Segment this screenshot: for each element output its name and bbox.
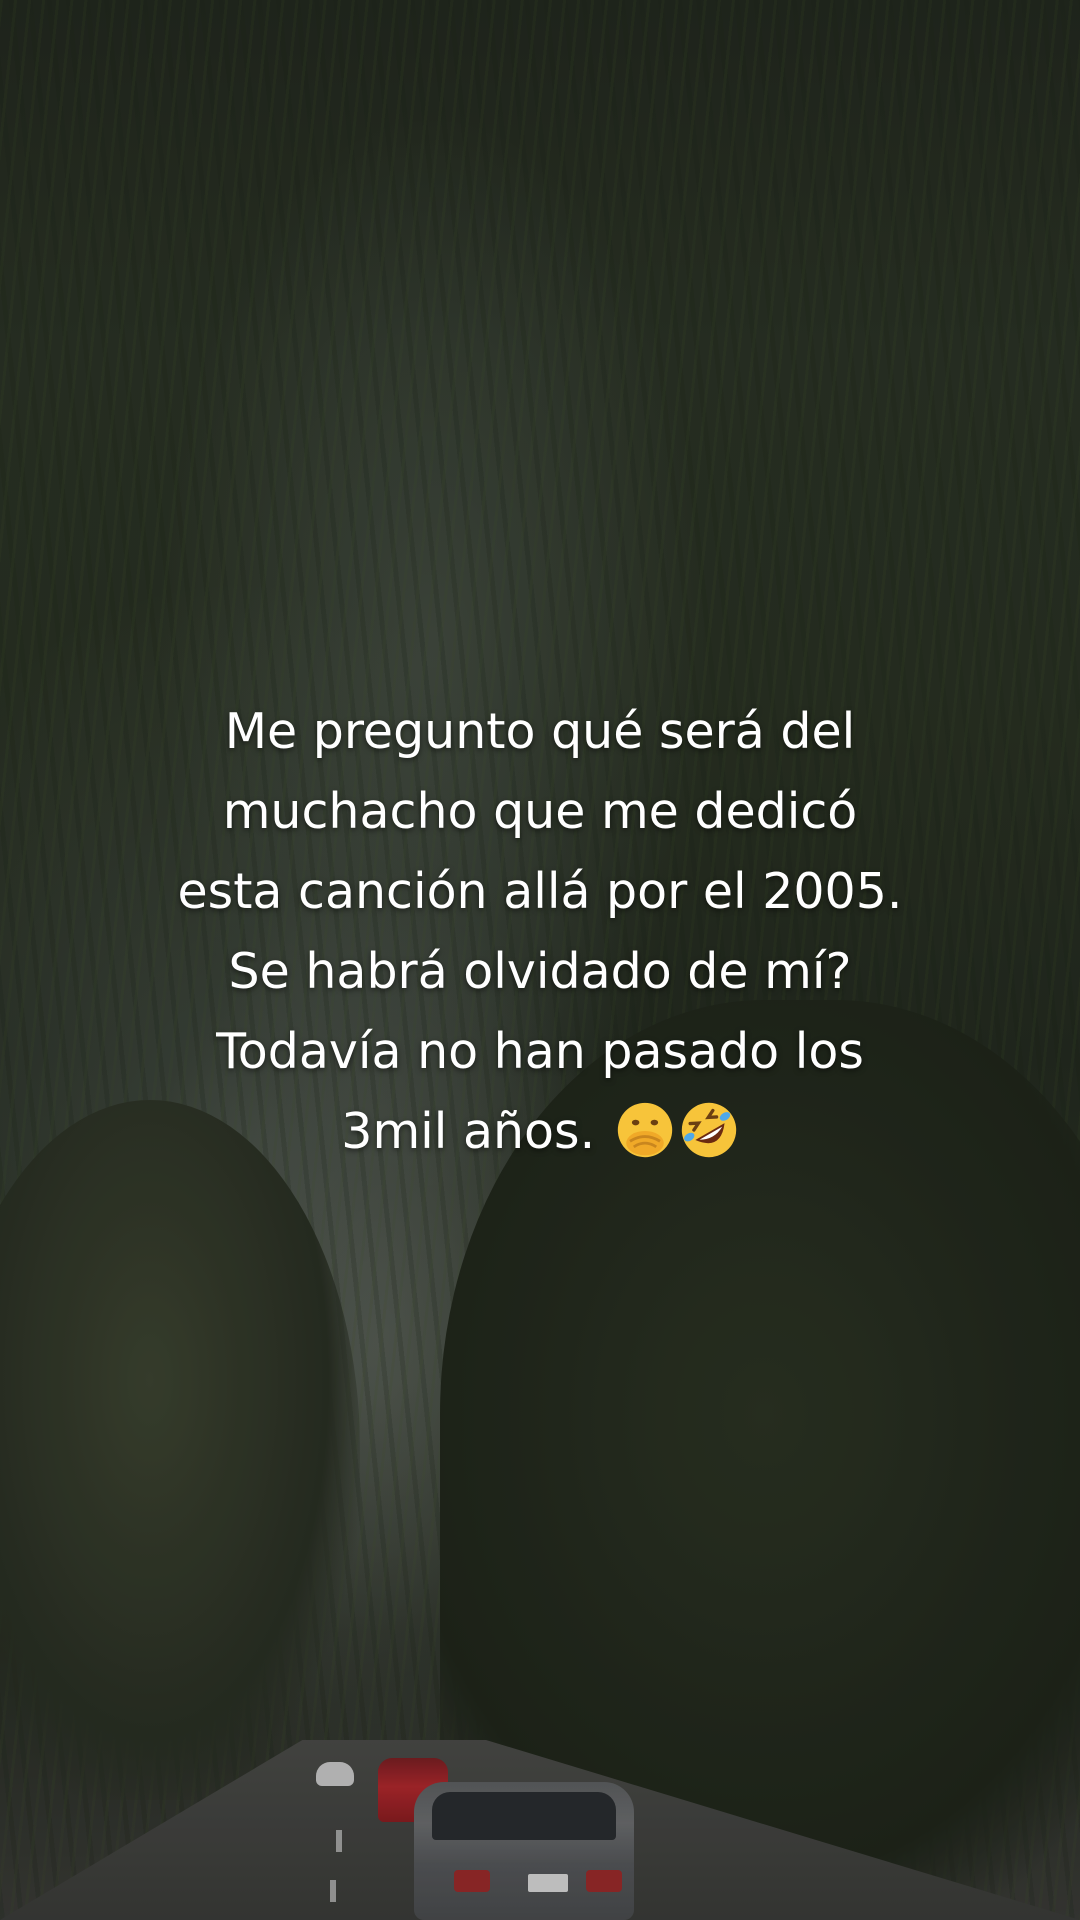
video-frame[interactable]: Me pregunto qué será del muchacho que me… [0,0,1080,1920]
caption-last-line: 3mil años. [40,1092,1040,1172]
caption-line: muchacho que me dedicó [222,783,858,840]
rolling-on-the-floor-laughing-icon [681,1102,736,1158]
face-with-hand-over-mouth-icon [617,1102,672,1158]
caption-line: 3mil años. [341,1103,596,1160]
caption-line: Se habrá olvidado de mí? [228,943,852,1000]
caption-line: Me pregunto qué será del [224,703,856,760]
caption-line: esta canción allá por el 2005. [177,863,903,920]
caption-line: Todavía no han pasado los [216,1023,864,1080]
video-caption: Me pregunto qué será del muchacho que me… [40,692,1040,1172]
